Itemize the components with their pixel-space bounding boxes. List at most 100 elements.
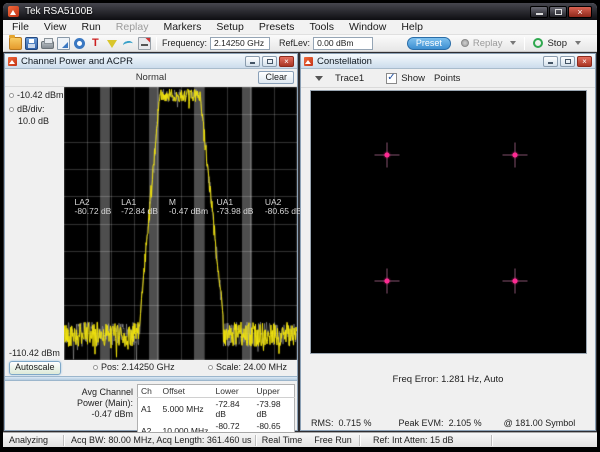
measurement-edit-icon[interactable] (138, 37, 151, 50)
stop-label: Stop (547, 38, 567, 49)
scale-label: Scale: (216, 362, 241, 372)
settings-gear-icon[interactable] (74, 38, 85, 49)
top-ref-value: -10.42 dBm (17, 90, 64, 100)
constellation-point (375, 143, 400, 168)
acpr-title: Channel Power and ACPR (21, 56, 133, 67)
workspace: Channel Power and ACPR × Normal Clear -1… (3, 52, 597, 432)
minimize-button[interactable] (245, 56, 260, 67)
status-bar: Analyzing Acq BW: 80.00 MHz, Acq Length:… (3, 432, 597, 447)
status-state: Analyzing (3, 435, 63, 445)
text-marker-icon[interactable] (90, 37, 103, 50)
constellation-window: Constellation × Trace1 Show Points Freq … (300, 53, 596, 431)
menu-tools[interactable]: Tools (309, 21, 334, 33)
acpr-titlebar[interactable]: Channel Power and ACPR × (5, 54, 297, 69)
at-symbol-readout: @ 181.00 Symbol (504, 418, 576, 428)
menu-window[interactable]: Window (349, 21, 386, 33)
trace-math-icon[interactable] (122, 37, 135, 50)
minimize-button[interactable] (530, 6, 548, 18)
db-per-div-control[interactable]: dB/div: (9, 104, 45, 114)
close-button[interactable]: × (279, 56, 294, 67)
tek-logo-icon (8, 6, 19, 17)
menu-markers[interactable]: Markers (163, 21, 201, 33)
replay-label: Replay (473, 38, 503, 49)
spectrum-graph[interactable]: LA2-80.72 dBLA1-72.84 dBM-0.47 dBmUA1-73… (64, 87, 297, 360)
constellation-title: Constellation (317, 56, 372, 67)
position-control[interactable]: Pos: 2.14250 GHz (93, 362, 175, 372)
close-button[interactable]: × (568, 6, 592, 18)
rms-label: RMS: (311, 418, 334, 428)
open-file-icon[interactable] (9, 37, 22, 50)
acpr-window: Channel Power and ACPR × Normal Clear -1… (4, 53, 298, 431)
db-per-div-value: 10.0 dB (18, 116, 49, 126)
menu-view[interactable]: View (44, 21, 67, 33)
acpr-window-controls: × (245, 56, 294, 67)
stop-run-icon (533, 38, 543, 48)
save-icon[interactable] (25, 37, 38, 50)
col-offset: Offset (160, 385, 213, 398)
cell: 5.000 MHz (160, 398, 213, 421)
graph-bottom-controls: Autoscale Pos: 2.14250 GHz Scale: 24.00 … (5, 360, 297, 376)
main-titlebar: Tek RSA5100B × (3, 3, 597, 20)
peak-evm-label: Peak EVM: (399, 418, 444, 428)
col-upper: Upper (254, 385, 295, 398)
cell: A1 (138, 398, 160, 421)
minimize-button[interactable] (543, 56, 558, 67)
menu-presets[interactable]: Presets (259, 21, 295, 33)
db-per-div-label: dB/div: (17, 104, 45, 114)
minimize-icon (250, 62, 255, 64)
peak-evm-readout: Peak EVM: 2.105 % (399, 418, 482, 428)
col-lower: Lower (213, 385, 254, 398)
db-per-div-amount: 10.0 dB (18, 116, 49, 126)
top-reference-level[interactable]: -10.42 dBm (9, 90, 64, 100)
maximize-button[interactable] (262, 56, 277, 67)
maximize-button[interactable] (560, 56, 575, 67)
clear-button[interactable]: Clear (258, 71, 294, 84)
scale-control[interactable]: Scale: 24.00 MHz (208, 362, 287, 372)
menu-replay: Replay (116, 21, 149, 33)
menu-file[interactable]: File (12, 21, 29, 33)
maximize-icon (267, 59, 273, 64)
minimize-icon (548, 62, 553, 64)
replay-icon (461, 39, 469, 47)
table-row: A1 5.000 MHz -72.84 dB -73.98 dB (138, 398, 295, 421)
menu-help[interactable]: Help (401, 21, 423, 33)
points-label[interactable]: Points (434, 73, 460, 84)
scale-value: 24.00 MHz (244, 362, 288, 372)
maximize-button[interactable] (549, 6, 567, 18)
stop-button[interactable]: Stop (533, 38, 567, 49)
stop-dropdown-icon[interactable] (575, 41, 581, 45)
constellation-point (375, 269, 400, 294)
knob-icon (93, 365, 98, 370)
constellation-point (502, 143, 527, 168)
frequency-input[interactable]: 2.14250 GHz (210, 37, 270, 50)
app-window: Tek RSA5100B × File View Run Replay Mark… (3, 3, 597, 447)
reflev-input[interactable]: 0.00 dBm (313, 37, 373, 50)
trace-selector[interactable]: Trace1 (335, 73, 364, 84)
show-label: Show (401, 73, 425, 84)
menu-setup[interactable]: Setup (216, 21, 243, 33)
close-button[interactable]: × (577, 56, 592, 67)
preset-button[interactable]: Preset (407, 37, 451, 50)
maximize-icon (555, 9, 562, 15)
replay-dropdown-icon[interactable] (510, 41, 516, 45)
chevron-down-icon[interactable] (315, 76, 323, 81)
main-toolbar: Frequency: 2.14250 GHz RefLev: 0.00 dBm … (3, 35, 597, 52)
menu-run[interactable]: Run (82, 21, 101, 33)
screen: Tek RSA5100B × File View Run Replay Mark… (0, 0, 600, 452)
avg-channel-power: Avg Channel Power (Main): -0.47 dBm (49, 387, 133, 420)
recall-icon[interactable] (57, 37, 70, 50)
autoscale-button[interactable]: Autoscale (9, 361, 61, 375)
cell: -72.84 dB (213, 398, 254, 421)
print-icon[interactable] (41, 41, 54, 49)
constellation-window-controls: × (543, 56, 592, 67)
bottom-ref-value: -110.42 dBm (9, 348, 60, 358)
show-checkbox[interactable] (386, 73, 397, 84)
pos-value: 2.14250 GHz (122, 362, 175, 372)
peak-marker-icon[interactable] (106, 37, 119, 50)
toolbar-separator (524, 37, 525, 50)
minimize-icon (536, 13, 543, 15)
constellation-titlebar[interactable]: Constellation × (301, 54, 595, 69)
run-controls: Preset Replay Stop (407, 37, 581, 50)
window-controls: × (530, 6, 592, 18)
view-mode-selector[interactable]: Normal (5, 69, 297, 86)
